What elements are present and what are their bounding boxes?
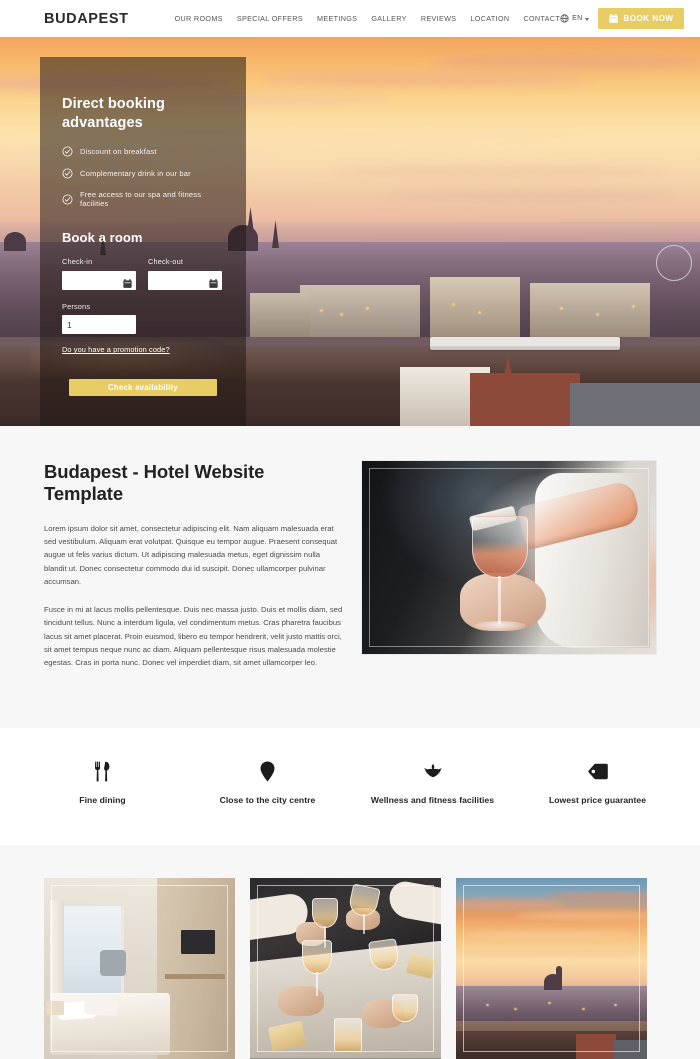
feature-fine-dining: Fine dining — [20, 759, 185, 806]
wine-pouring-image — [362, 461, 656, 654]
about-paragraph: Lorem ipsum dolor sit amet, consectetur … — [44, 524, 338, 586]
nav-item-gallery[interactable]: GALLERY — [371, 14, 406, 23]
site-logo[interactable]: BUDAPEST — [44, 11, 129, 27]
promotion-code-link[interactable]: Do you have a promotion code? — [62, 345, 170, 354]
spa-lotus-icon — [360, 759, 505, 783]
check-circle-icon — [62, 194, 73, 205]
gallery-item-dining-toast[interactable] — [250, 877, 441, 1059]
persons-field: Persons — [62, 302, 224, 335]
check-circle-icon — [62, 146, 73, 157]
checkin-label: Check-in — [62, 257, 93, 267]
features-section: Fine dining Close to the city centre Wel… — [0, 728, 700, 845]
feature-price-guarantee: Lowest price guarantee — [515, 759, 680, 806]
header-actions: EN BOOK NOW — [560, 8, 685, 29]
panel-title: Direct booking advantages — [62, 96, 165, 131]
checkout-input[interactable] — [148, 271, 222, 291]
checkin-field: Check-in — [62, 257, 136, 291]
booking-form-heading: Book a room — [62, 230, 143, 246]
gallery-item-hotel-room[interactable] — [44, 877, 235, 1059]
check-availability-button[interactable]: Check availability — [69, 379, 217, 397]
advantage-item: Free access to our spa and fitness facil… — [62, 190, 224, 208]
feature-label: Wellness and fitness facilities — [370, 795, 495, 806]
language-selector[interactable]: EN — [560, 14, 590, 23]
book-now-button[interactable]: BOOK NOW — [598, 8, 685, 29]
nav-item-meetings[interactable]: MEETINGS — [317, 14, 357, 23]
gallery-section — [0, 844, 700, 1059]
page-root: BUDAPEST OUR ROOMS SPECIAL OFFERS MEETIN… — [0, 0, 700, 1059]
feature-label: Fine dining — [79, 795, 126, 806]
cutlery-icon — [30, 759, 175, 783]
advantage-label: Discount on breakfast — [80, 147, 157, 157]
persons-input[interactable] — [62, 315, 136, 335]
nav-item-special-offers[interactable]: SPECIAL OFFERS — [237, 14, 303, 23]
chevron-down-icon — [585, 17, 590, 21]
book-now-label: BOOK NOW — [623, 14, 674, 23]
price-tag-icon — [525, 759, 670, 783]
nav-item-location[interactable]: LOCATION — [470, 14, 509, 23]
checkin-input[interactable] — [62, 271, 136, 291]
advantage-label: Complementary drink in our bar — [80, 169, 191, 179]
site-header: BUDAPEST OUR ROOMS SPECIAL OFFERS MEETIN… — [0, 0, 700, 37]
about-text-column: Budapest - Hotel Website Template Lorem … — [44, 461, 344, 684]
page-title: Budapest - Hotel Website Template — [44, 461, 265, 504]
globe-icon — [560, 14, 569, 23]
language-label: EN — [572, 15, 583, 22]
gallery-item-city-sunset[interactable] — [456, 877, 647, 1059]
nav-item-our-rooms[interactable]: OUR ROOMS — [175, 14, 223, 23]
checkout-field: Check-out — [148, 257, 222, 291]
map-pin-icon — [195, 759, 340, 783]
about-section: Budapest - Hotel Website Template Lorem … — [0, 426, 700, 729]
checkout-label: Check-out — [148, 257, 184, 267]
nav-item-reviews[interactable]: REVIEWS — [421, 14, 457, 23]
feature-wellness: Wellness and fitness facilities — [350, 759, 515, 806]
feature-label: Lowest price guarantee — [548, 795, 647, 806]
date-fields-row: Check-in Check-out — [62, 257, 224, 291]
check-circle-icon — [62, 168, 73, 179]
advantage-label: Free access to our spa and fitness facil… — [80, 190, 202, 209]
feature-city-centre: Close to the city centre — [185, 759, 350, 806]
hero-section: Direct booking advantages Discount on br… — [0, 37, 700, 426]
direct-booking-panel: Direct booking advantages Discount on br… — [40, 57, 246, 426]
feature-label: Close to the city centre — [219, 795, 316, 806]
calendar-icon — [609, 13, 619, 24]
main-navigation: OUR ROOMS SPECIAL OFFERS MEETINGS GALLER… — [175, 14, 561, 23]
about-image-column — [362, 461, 658, 684]
advantage-item: Complementary drink in our bar — [62, 168, 224, 179]
nav-item-contact[interactable]: CONTACT — [523, 14, 560, 23]
persons-label: Persons — [62, 302, 91, 312]
advantage-item: Discount on breakfast — [62, 146, 224, 157]
about-paragraph: Fusce in mi at lacus mollis pellentesque… — [44, 605, 343, 668]
